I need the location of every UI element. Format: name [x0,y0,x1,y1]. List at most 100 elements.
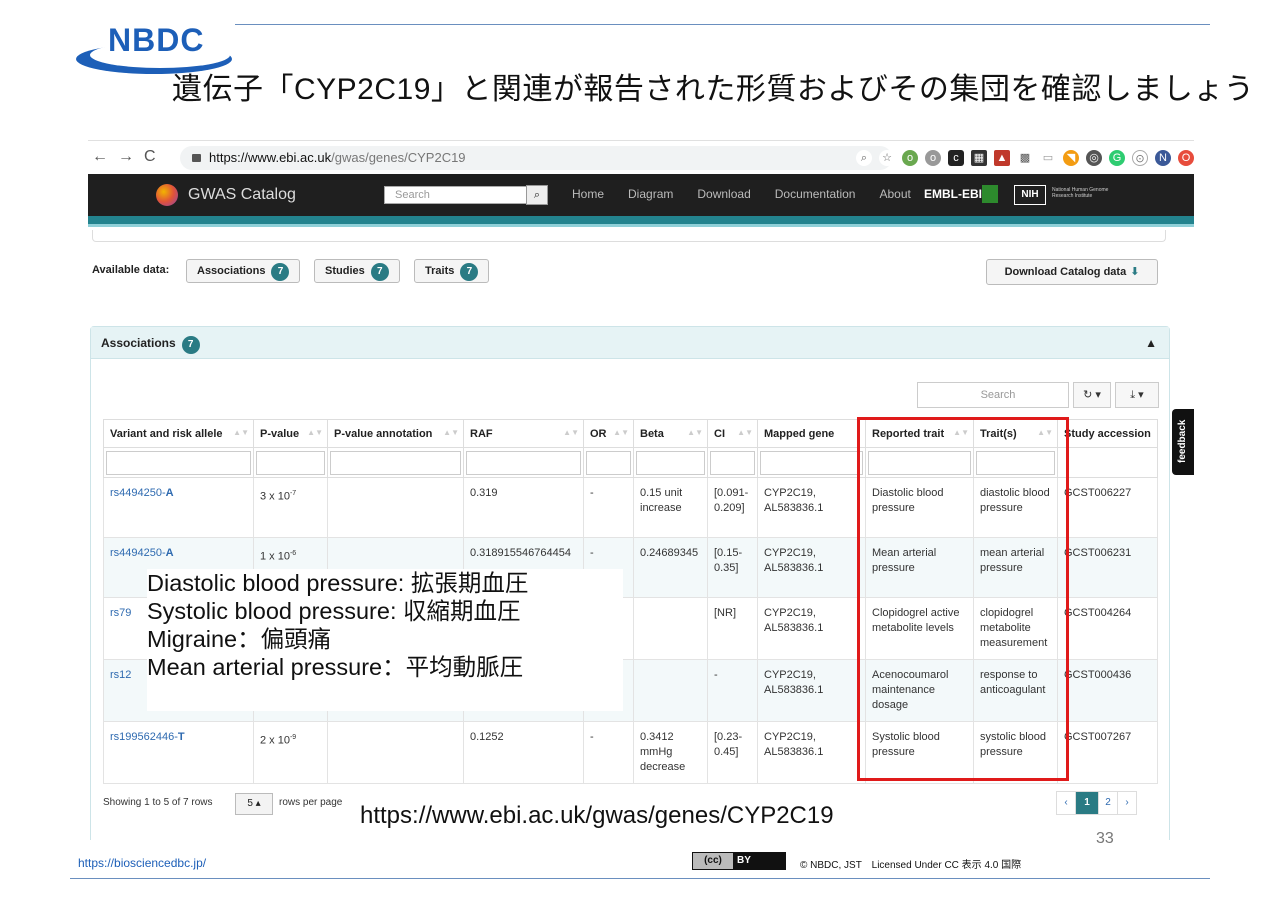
sort-icon: ▲▼ [737,428,753,437]
extension-circle-icon[interactable]: ◎ [1086,150,1102,166]
forward-icon[interactable]: → [118,148,144,165]
star-icon[interactable]: ☆ [879,150,895,166]
risk-allele[interactable]: A [166,487,174,499]
rows-per-page-select[interactable]: 5 ▴ [235,793,273,815]
search-icon[interactable]: ⌕ [526,185,548,205]
variant-cell[interactable]: rs4494250-A [103,477,254,538]
rss-icon[interactable]: ◥ [1063,150,1079,166]
filter-input[interactable] [636,450,705,475]
extension-green-icon[interactable]: o [902,150,918,166]
col-study-accession[interactable]: Study accession [1057,419,1158,448]
study-accession-cell[interactable]: GCST004264 [1057,597,1158,660]
col-or[interactable]: OR ▲▼ [583,419,634,448]
col-pvalue[interactable]: P-value ▲▼ [253,419,328,448]
mapped-gene-cell[interactable]: CYP2C19, AL583836.1 [757,597,866,660]
zoom-icon[interactable]: ⌕ [856,150,872,166]
filter-input[interactable] [106,450,251,475]
variant-link[interactable]: rs79 [110,607,131,619]
traits-button[interactable]: Traits 7 [414,259,490,283]
page-1[interactable]: 1 [1075,791,1099,815]
nih-logo[interactable]: NIH [1014,185,1046,205]
export-dropdown-button[interactable]: ⤓ ▾ [1115,382,1159,408]
extension-grey-icon[interactable]: o [925,150,941,166]
profile-icon[interactable]: N [1155,150,1171,166]
col-variant-label: Variant and risk allele [110,427,223,440]
embl-ebi-logo[interactable]: EMBL-EBI [924,187,982,201]
associations-panel-header[interactable]: Associations 7 ▲ [91,327,1169,359]
nav-link-documentation[interactable]: Documentation [775,187,856,201]
gwas-logo-icon[interactable] [156,184,178,206]
gwas-brand[interactable]: GWAS Catalog [188,186,296,204]
variant-link[interactable]: rs12 [110,669,131,681]
nav-link-diagram[interactable]: Diagram [628,187,673,201]
col-pvalue-annotation[interactable]: P-value annotation ▲▼ [327,419,464,448]
extension-red-icon[interactable]: ▲ [994,150,1010,166]
opera-icon[interactable]: O [1178,150,1194,166]
risk-allele[interactable]: T [178,731,185,743]
sort-icon: ▲▼ [613,428,629,437]
footer-url[interactable]: https://biosciencedbc.jp/ [78,856,206,870]
study-accession-cell[interactable]: GCST007267 [1057,721,1158,784]
slide-title: 遺伝子「CYP2C19」と関連が報告された形質およびその集団を確認しましょう [172,73,1255,106]
study-accession-cell[interactable]: GCST000436 [1057,659,1158,722]
feedback-tab[interactable]: feedback [1172,409,1194,475]
col-raf-label: RAF [470,427,493,440]
filter-input[interactable] [256,450,325,475]
filter-input[interactable] [466,450,581,475]
mapped-gene-cell[interactable]: CYP2C19, AL583836.1 [757,659,866,722]
filter-input[interactable] [586,450,631,475]
extension-outline-icon[interactable]: ⊙ [1132,150,1148,166]
pvalue-mantissa: 3 x 10 [260,490,290,503]
gwas-search-input[interactable]: Search [384,186,548,204]
col-beta[interactable]: Beta ▲▼ [633,419,708,448]
variant-cell[interactable]: rs199562446-T [103,721,254,784]
back-icon[interactable]: ← [92,148,118,165]
associations-panel-title: Associations [101,336,176,350]
col-raf[interactable]: RAF ▲▼ [463,419,584,448]
page-2[interactable]: 2 [1098,791,1118,815]
variant-link[interactable]: rs4494250- [110,547,166,559]
lock-icon [192,154,201,162]
col-variant[interactable]: Variant and risk allele ▲▼ [103,419,254,448]
nav-link-home[interactable]: Home [572,187,604,201]
page-next[interactable]: › [1117,791,1137,815]
col-ci[interactable]: CI ▲▼ [707,419,758,448]
chat-icon[interactable]: ▭ [1040,150,1056,166]
pvalue-annotation-cell [327,721,464,784]
bottom-rule [70,878,1210,879]
download-catalog-button[interactable]: Download Catalog data ⬇ [986,259,1158,285]
highlight-box [857,417,1069,781]
variant-link[interactable]: rs4494250- [110,487,166,499]
pvalue-annotation-cell [327,477,464,538]
risk-allele[interactable]: A [166,547,174,559]
refresh-dropdown-button[interactable]: ↻ ▾ [1073,382,1111,408]
mapped-gene-cell[interactable]: CYP2C19, AL583836.1 [757,721,866,784]
associations-button[interactable]: Associations 7 [186,259,301,283]
table-search-input[interactable]: Search [917,382,1069,408]
qr-icon[interactable]: ▩ [1017,150,1033,166]
studies-button[interactable]: Studies 7 [314,259,400,283]
sort-icon: ▲▼ [563,428,579,437]
extension-dark-icon[interactable]: c [948,150,964,166]
nav-link-about[interactable]: About [879,187,910,201]
filter-input[interactable] [710,450,755,475]
grammarly-icon[interactable]: G [1109,150,1125,166]
mapped-gene-cell[interactable]: CYP2C19, AL583836.1 [757,477,866,538]
variant-link[interactable]: rs199562446- [110,731,178,743]
nav-link-download[interactable]: Download [697,187,750,201]
filter-input[interactable] [330,450,461,475]
url-field[interactable]: https://www.ebi.ac.uk/gwas/genes/CYP2C19 [180,146,892,170]
filter-input[interactable] [760,450,863,475]
sort-icon: ▲▼ [687,428,703,437]
mapped-gene-cell[interactable]: CYP2C19, AL583836.1 [757,537,866,598]
col-mapped-gene[interactable]: Mapped gene [757,419,866,448]
calculator-icon[interactable]: ▦ [971,150,987,166]
study-accession-cell[interactable]: GCST006231 [1057,537,1158,598]
raf-cell: 0.319 [463,477,584,538]
study-accession-cell[interactable]: GCST006227 [1057,477,1158,538]
collapse-icon[interactable]: ▲ [1145,327,1157,359]
reload-icon[interactable]: C [144,148,166,165]
page-prev[interactable]: ‹ [1056,791,1076,815]
translation-overlay: Diastolic blood pressure: 拡張期血圧 Systolic… [147,569,623,711]
ci-cell: [0.23-0.45] [707,721,758,784]
